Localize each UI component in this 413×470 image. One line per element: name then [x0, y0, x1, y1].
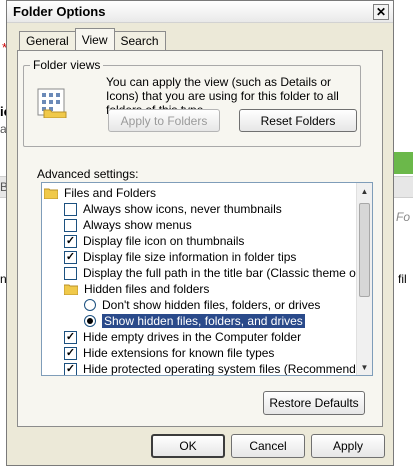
scroll-up-arrow-icon[interactable]: ▲ [357, 183, 372, 199]
folder-icon [44, 188, 58, 199]
setting-label: Display file size information in folder … [83, 250, 297, 264]
apply-to-folders-button[interactable]: Apply to Folders [108, 109, 220, 132]
tab-general[interactable]: General [19, 31, 76, 50]
setting-label-selected: Show hidden files, folders, and drives [102, 314, 305, 328]
background-band-right [393, 176, 413, 198]
scrollbar-thumb[interactable] [359, 203, 370, 297]
title-bar[interactable]: Folder Options [7, 1, 393, 23]
folder-icon [64, 284, 78, 295]
checkbox-checked[interactable]: ✓ [64, 330, 77, 344]
tree-folder-hidden-files[interactable]: Hidden files and folders [64, 281, 209, 297]
setting-show-hidden[interactable]: Show hidden files, folders, and drives [84, 313, 305, 329]
reset-folders-button[interactable]: Reset Folders [239, 109, 357, 132]
advanced-settings-tree[interactable]: Files and Folders Always show icons, nev… [41, 182, 373, 376]
scroll-down-arrow-icon[interactable]: ▼ [357, 359, 372, 375]
tree-item-label: Hidden files and folders [84, 282, 210, 296]
apply-button[interactable]: Apply [311, 434, 385, 458]
setting-label: Don't show hidden files, folders, or dri… [102, 298, 321, 312]
setting-label: Always show icons, never thumbnails [83, 202, 282, 216]
setting-dont-show-hidden[interactable]: Don't show hidden files, folders, or dri… [84, 297, 320, 313]
checkbox[interactable] [64, 202, 77, 216]
setting-hide-empty-drives[interactable]: ✓ Hide empty drives in the Computer fold… [64, 329, 301, 345]
advanced-settings-label: Advanced settings: [37, 167, 139, 181]
setting-always-show-menus[interactable]: Always show menus [64, 217, 192, 233]
setting-label: Hide extensions for known file types [83, 346, 275, 360]
folder-options-dialog: Folder Options ✕ General View Search Fol… [6, 0, 394, 466]
tree-folder-files-and-folders[interactable]: Files and Folders [44, 185, 156, 201]
background-app-right [393, 0, 413, 470]
checkbox-checked[interactable]: ✓ [64, 346, 77, 360]
restore-defaults-button[interactable]: Restore Defaults [263, 391, 365, 415]
tab-strip: General View Search [19, 28, 166, 51]
radio-button[interactable] [84, 299, 96, 311]
radio-button-selected[interactable] [84, 315, 96, 327]
tab-view[interactable]: View [74, 28, 115, 50]
setting-hide-extensions[interactable]: ✓ Hide extensions for known file types [64, 345, 274, 361]
setting-label: Display the full path in the title bar (… [83, 266, 373, 280]
setting-display-full-path[interactable]: Display the full path in the title bar (… [64, 265, 373, 281]
checkbox-checked[interactable]: ✓ [64, 362, 77, 375]
background-fragment: fil [398, 272, 407, 286]
setting-label: Hide protected operating system files (R… [83, 362, 373, 376]
checkbox-checked[interactable]: ✓ [64, 234, 77, 248]
setting-display-file-size-tips[interactable]: ✓ Display file size information in folde… [64, 249, 296, 265]
close-button[interactable]: ✕ [373, 4, 389, 20]
tree-item-label: Files and Folders [64, 186, 157, 200]
folder-views-icon [37, 88, 67, 118]
vertical-scrollbar[interactable]: ▲ ▼ [356, 183, 372, 375]
close-icon: ✕ [375, 5, 387, 19]
cancel-button[interactable]: Cancel [231, 434, 305, 458]
setting-hide-protected-files[interactable]: ✓ Hide protected operating system files … [64, 361, 373, 376]
background-green-bar [393, 152, 413, 174]
background-fragment: Fo [396, 210, 411, 224]
checkbox-checked[interactable]: ✓ [64, 250, 77, 264]
ok-button[interactable]: OK [151, 434, 225, 458]
tab-search[interactable]: Search [113, 31, 166, 50]
setting-always-show-icons[interactable]: Always show icons, never thumbnails [64, 201, 282, 217]
setting-display-file-icon-thumbnails[interactable]: ✓ Display file icon on thumbnails [64, 233, 244, 249]
folder-views-group: Folder views You can apply the view (suc… [23, 58, 361, 147]
setting-label: Display file icon on thumbnails [83, 234, 245, 248]
folder-views-label: Folder views [30, 58, 104, 72]
setting-label: Always show menus [83, 218, 192, 232]
checkbox[interactable] [64, 266, 77, 280]
window-title: Folder Options [13, 4, 106, 19]
setting-label: Hide empty drives in the Computer folder [83, 330, 302, 344]
checkbox[interactable] [64, 218, 77, 232]
